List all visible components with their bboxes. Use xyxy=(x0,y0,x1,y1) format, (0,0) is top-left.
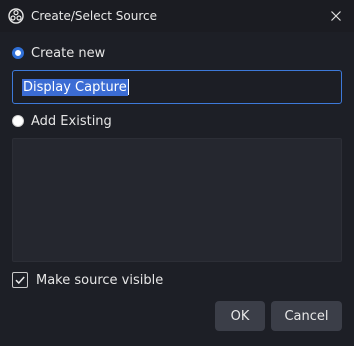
add-existing-radio[interactable]: Add Existing xyxy=(12,113,112,129)
source-name-value: Display Capture xyxy=(22,78,128,96)
title-bar: Create/Select Source xyxy=(0,0,354,32)
existing-sources-list[interactable] xyxy=(12,138,342,262)
cancel-button[interactable]: Cancel xyxy=(271,301,342,331)
checkmark-icon xyxy=(12,272,28,288)
create-new-label: Create new xyxy=(31,45,106,61)
radio-unchecked-icon xyxy=(12,115,24,127)
make-visible-label: Make source visible xyxy=(36,272,164,288)
text-caret xyxy=(127,79,129,95)
obs-logo-icon xyxy=(8,8,24,24)
dialog-title: Create/Select Source xyxy=(31,9,157,23)
create-new-radio[interactable]: Create new xyxy=(12,45,105,61)
close-icon xyxy=(330,7,342,26)
create-select-source-dialog: Create/Select Source Create new Display … xyxy=(0,0,354,346)
make-visible-checkbox[interactable]: Make source visible xyxy=(12,272,163,288)
radio-checked-icon xyxy=(12,47,24,59)
source-name-input[interactable]: Display Capture xyxy=(12,70,342,104)
ok-button[interactable]: OK xyxy=(215,301,265,331)
close-button[interactable] xyxy=(324,4,348,28)
add-existing-label: Add Existing xyxy=(31,113,112,129)
